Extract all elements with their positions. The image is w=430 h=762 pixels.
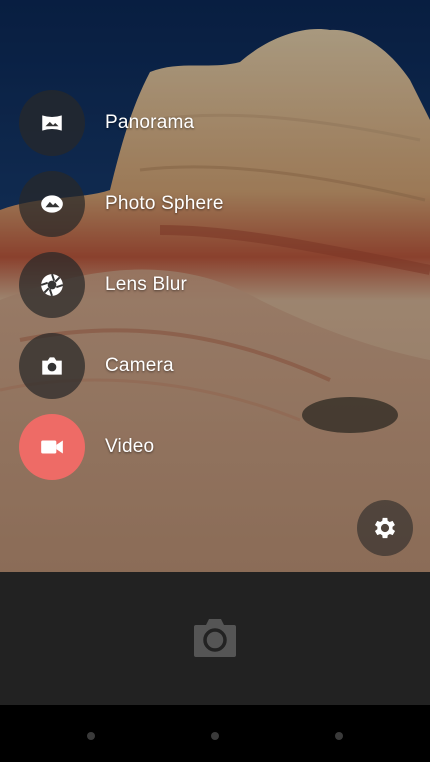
mode-item-lens-blur[interactable]: Lens Blur <box>19 252 319 318</box>
camera-icon <box>19 333 85 399</box>
mode-item-panorama[interactable]: Panorama <box>19 90 319 156</box>
system-nav-bar <box>0 705 430 762</box>
mode-item-photo-sphere[interactable]: Photo Sphere <box>19 171 319 237</box>
shutter-button[interactable] <box>192 617 238 659</box>
home-icon[interactable] <box>211 732 219 740</box>
gear-icon <box>374 517 396 539</box>
mode-item-camera[interactable]: Camera <box>19 333 319 399</box>
panorama-icon <box>19 90 85 156</box>
camera-shutter-icon <box>194 619 236 657</box>
mode-label-camera: Camera <box>105 355 174 376</box>
settings-button[interactable] <box>357 500 413 556</box>
lens-blur-icon <box>19 252 85 318</box>
mode-label-panorama: Panorama <box>105 112 195 133</box>
photo-sphere-icon <box>19 171 85 237</box>
recents-icon[interactable] <box>335 732 343 740</box>
mode-label-photo-sphere: Photo Sphere <box>105 193 224 214</box>
mode-label-video: Video <box>105 436 155 457</box>
video-icon <box>19 414 85 480</box>
back-icon[interactable] <box>87 732 95 740</box>
mode-label-lens-blur: Lens Blur <box>105 274 188 295</box>
mode-item-video[interactable]: Video <box>19 414 319 480</box>
